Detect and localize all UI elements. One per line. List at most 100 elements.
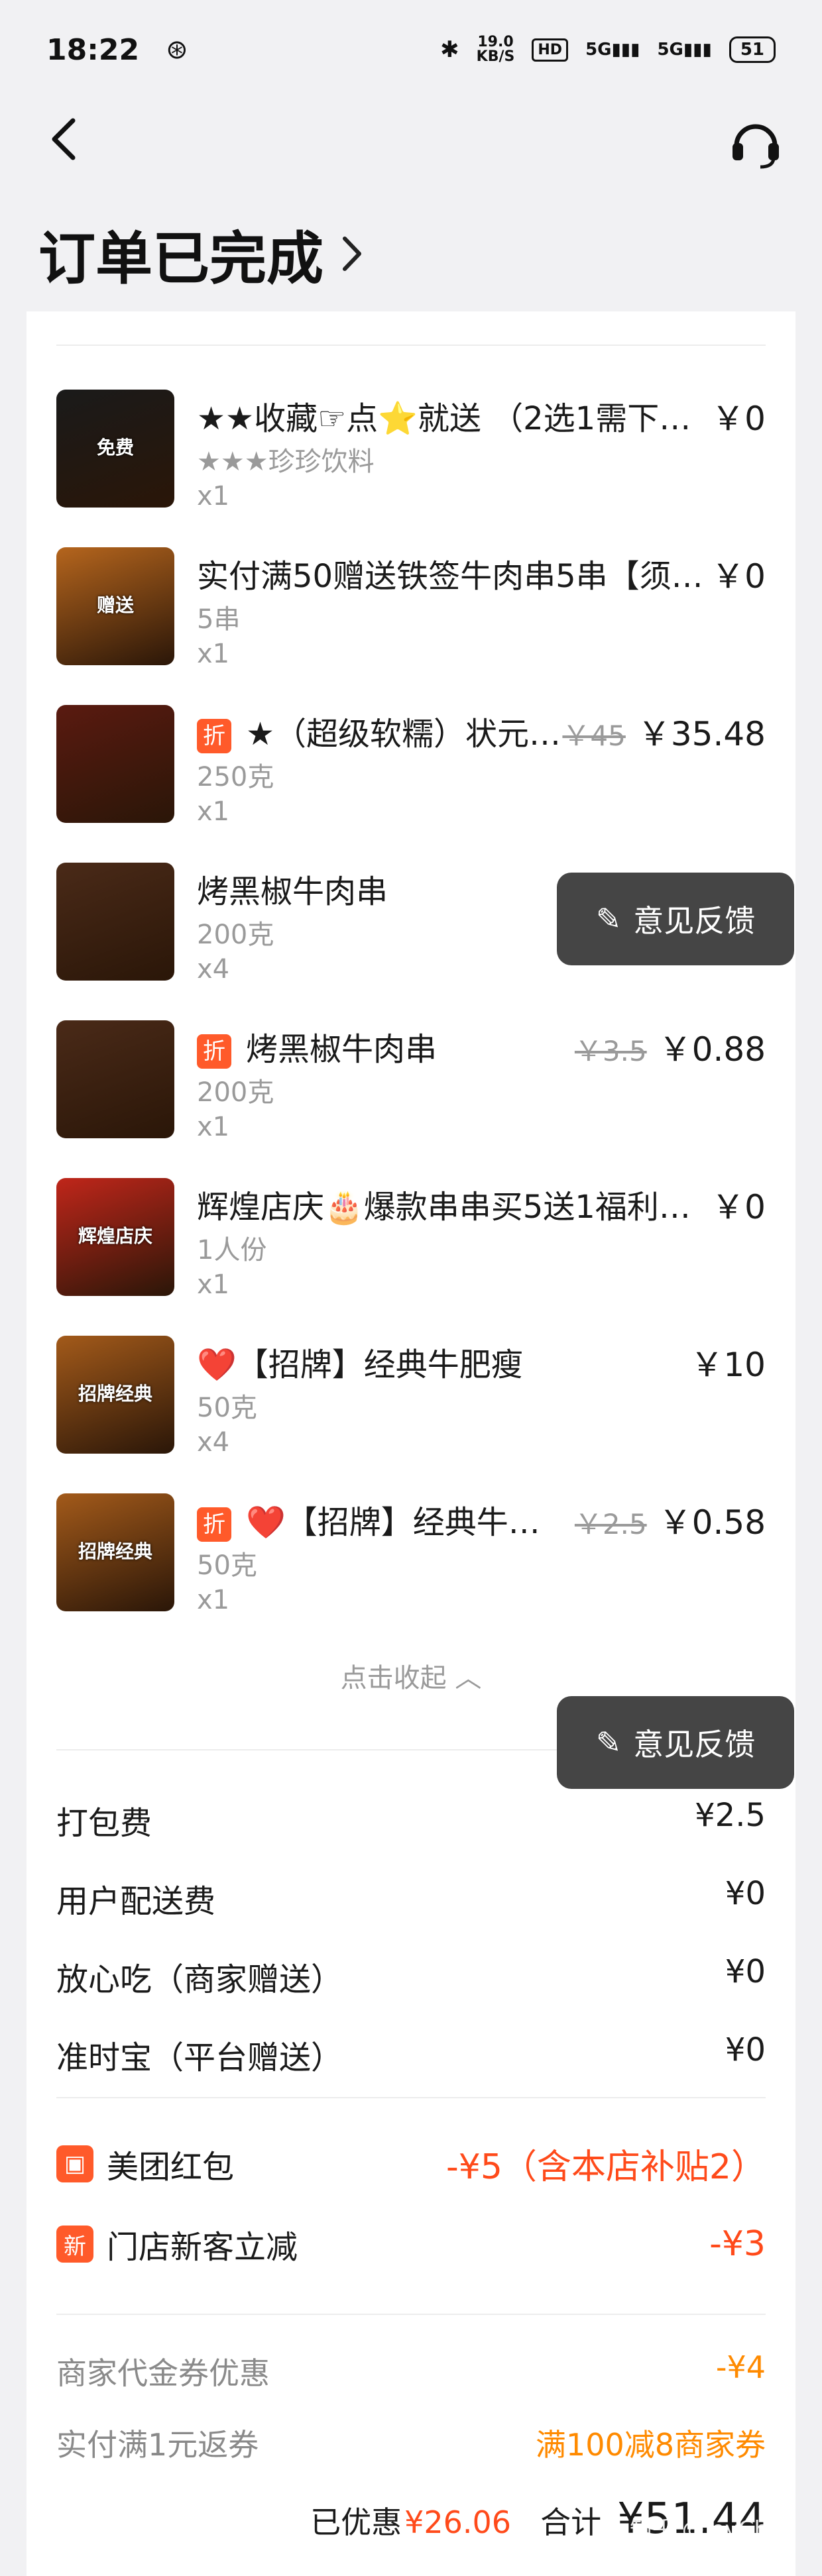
item-name: ★★收藏☞点⭐就送 （2选1需下…	[197, 392, 727, 439]
discount-value: -¥5（含本店补贴2）	[445, 2147, 766, 2187]
discount-row-redpacket: ▣ 美团红包 -¥5（含本店补贴2）	[56, 2139, 766, 2188]
price-value: ￥0	[711, 557, 766, 596]
item-thumbnail	[56, 705, 174, 823]
cashback-row: 实付满1元返券 满100减8商家券	[56, 2421, 766, 2465]
item-name: 折 ★（超级软糯）状元…	[197, 708, 568, 754]
item-thumbnail: 招牌经典	[56, 1336, 174, 1454]
item-name-text: 烤黑椒牛肉串	[197, 873, 388, 910]
price-value: ￥35.48	[637, 715, 766, 753]
fee-row-ontime[interactable]: 准时宝（平台赠送） ¥0	[56, 2031, 766, 2078]
item-thumbnail: 免费	[56, 390, 174, 508]
item-price: ￥0	[711, 550, 766, 598]
fee-row-safe-eat[interactable]: 放心吃（商家赠送） ¥0	[56, 1953, 766, 2000]
item-quantity: x1	[197, 639, 230, 669]
signal-icon-2: 5G▮▮▮	[657, 40, 712, 60]
item-spec: 5串	[197, 604, 241, 635]
voucher-row: 商家代金券优惠 -¥4	[56, 2349, 766, 2393]
feedback-button[interactable]: ✎ 意见反馈	[557, 873, 794, 965]
order-item[interactable]: 招牌经典 折 ❤️【招牌】经典牛肥瘦 50克 x1 ￥2.5 ￥0.58	[56, 1493, 766, 1626]
item-price: ￥45 ￥35.48	[562, 708, 766, 755]
back-arrow-icon[interactable]	[40, 113, 93, 166]
item-name-text: ★（超级软糯）状元…	[246, 716, 561, 753]
fee-value: ¥2.5	[695, 1797, 766, 1834]
signal-icon-1: 5G▮▮▮	[585, 40, 640, 60]
item-name-text: 辉煌店庆🎂爆款串串买5送1福利…	[197, 1189, 691, 1226]
item-quantity: x1	[197, 1269, 230, 1300]
cashback-value: 满100减8商家券	[535, 2427, 766, 2463]
item-name: 实付满50赠送铁签牛肉串5串【须…	[197, 550, 727, 596]
order-item[interactable]: 免费 ★★收藏☞点⭐就送 （2选1需下… ★★★珍珍饮料 x1 ￥0	[56, 390, 766, 522]
item-quantity: x1	[197, 1585, 230, 1615]
order-item[interactable]: 折 ★（超级软糯）状元… 250克 x1 ￥45 ￥35.48	[56, 705, 766, 837]
battery-icon: 51	[729, 36, 776, 63]
item-thumbnail: 赠送	[56, 547, 174, 665]
item-price: ￥3.5 ￥0.88	[575, 1023, 766, 1071]
original-price: ￥2.5	[574, 1508, 647, 1540]
thumbnail-text: 招牌经典	[78, 1540, 152, 1562]
status-bar: 18:22 ⊛ ✱ 19.0 KB/S HD 5G▮▮▮ 5G▮▮▮ 51	[0, 0, 822, 99]
item-quantity: x4	[197, 954, 230, 985]
item-name: ❤️【招牌】经典牛肥瘦	[197, 1338, 727, 1385]
item-name: 辉煌店庆🎂爆款串串买5送1福利…	[197, 1181, 727, 1227]
thumbnail-text: 招牌经典	[78, 1383, 152, 1405]
order-item[interactable]: 招牌经典 ❤️【招牌】经典牛肥瘦 50克 x4 ￥10	[56, 1336, 766, 1468]
fee-label: 打包费	[56, 1805, 152, 1842]
item-quantity: x4	[197, 1427, 230, 1458]
item-thumbnail: 辉煌店庆	[56, 1178, 174, 1296]
item-thumbnail: 招牌经典	[56, 1493, 174, 1611]
signal-label-2: 5G	[657, 40, 683, 60]
fee-value: ¥0	[725, 1875, 766, 1912]
item-thumbnail	[56, 1020, 174, 1138]
order-status-title[interactable]: 订单已完成	[38, 212, 369, 295]
discount-label: 美团红包	[107, 2148, 235, 2186]
item-spec: 50克	[197, 1550, 257, 1581]
total-label: 合计	[540, 2504, 602, 2540]
page-title: 订单已完成	[38, 226, 323, 292]
fee-label: 用户配送费	[56, 1883, 216, 1920]
bluetooth-icon: ✱	[440, 36, 459, 63]
fee-row-delivery: 用户配送费 ¥0	[56, 1875, 766, 1921]
original-price: ￥3.5	[574, 1035, 647, 1067]
voucher-label: 商家代金券优惠	[56, 2355, 270, 2391]
discount-tag: 折	[197, 1507, 231, 1542]
price-value: ￥0.88	[658, 1030, 766, 1069]
divider	[56, 345, 766, 346]
item-thumbnail	[56, 863, 174, 981]
fee-label: 准时宝（平台赠送）	[56, 2039, 343, 2076]
order-item[interactable]: 折烤黑椒牛肉串 200克 x1 ￥3.5 ￥0.88	[56, 1020, 766, 1153]
order-item[interactable]: 辉煌店庆 辉煌店庆🎂爆款串串买5送1福利… 1人份 x1 ￥0	[56, 1178, 766, 1311]
app-notification-icon: ⊛	[166, 34, 188, 65]
cashback-label: 实付满1元返券	[56, 2427, 259, 2463]
new-customer-icon: 新	[56, 2226, 93, 2263]
collapse-toggle[interactable]: 点击收起 ︿	[0, 1656, 822, 1695]
original-price: ￥45	[562, 720, 626, 752]
item-name-text: ★★收藏☞点⭐就送 （2选1需下…	[197, 400, 691, 437]
item-price: ￥2.5 ￥0.58	[575, 1496, 766, 1544]
chevron-up-icon: ︿	[455, 1663, 482, 1693]
discount-value: -¥3	[709, 2224, 766, 2264]
price-value: ￥10	[690, 1346, 766, 1384]
chevron-right-icon	[343, 236, 361, 271]
discount-label: 门店新客立减	[107, 2229, 298, 2266]
item-spec: 200克	[197, 920, 274, 950]
feedback-label: 意见反馈	[633, 1727, 756, 1762]
item-price: ￥10	[690, 1338, 766, 1386]
item-name-text: 实付满50赠送铁签牛肉串5串【须…	[197, 558, 703, 595]
item-name: 折 ❤️【招牌】经典牛肥瘦	[197, 1496, 568, 1542]
item-spec: 250克	[197, 762, 274, 792]
fee-value: ¥0	[725, 1953, 766, 1990]
thumbnail-text: 免费	[96, 437, 134, 458]
item-spec: 200克	[197, 1077, 274, 1108]
discount-tag: 折	[197, 719, 231, 753]
item-spec: 1人份	[197, 1235, 267, 1265]
thumbnail-text: 辉煌店庆	[78, 1225, 152, 1247]
status-time: 18:22	[46, 32, 140, 67]
customer-service-icon[interactable]	[726, 113, 786, 172]
order-item[interactable]: 赠送 实付满50赠送铁签牛肉串5串【须… 5串 x1 ￥0	[56, 547, 766, 680]
item-name-text: 烤黑椒牛肉串	[246, 1031, 438, 1068]
feedback-button[interactable]: ✎ 意见反馈	[557, 1696, 794, 1789]
discount-tag: 折	[197, 1034, 231, 1069]
discount-total-value: ¥26.06	[404, 2504, 512, 2540]
fee-label: 放心吃（商家赠送）	[56, 1961, 343, 1998]
price-value: ￥0	[711, 1188, 766, 1226]
